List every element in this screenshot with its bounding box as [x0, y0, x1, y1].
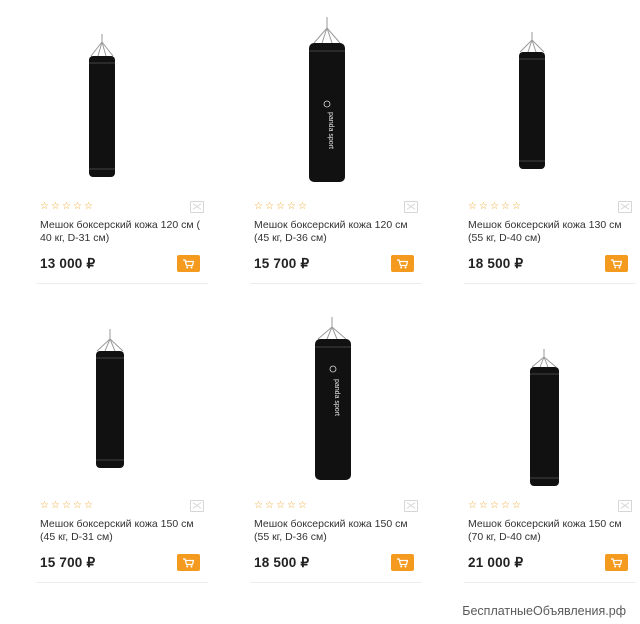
star-outline-icon: ☆ [40, 201, 49, 212]
cart-icon [611, 558, 622, 568]
product-title[interactable]: Мешок боксерский кожа 150 см (55 кг, D-3… [254, 518, 422, 544]
add-to-cart-button[interactable] [177, 554, 200, 571]
star-outline-icon: ☆ [287, 500, 296, 511]
add-to-cart-button[interactable] [177, 255, 200, 272]
cart-icon [611, 259, 622, 269]
star-outline-icon: ☆ [287, 201, 296, 212]
star-outline-icon: ☆ [62, 201, 71, 212]
product-title[interactable]: Мешок боксерский кожа 150 см (45 кг, D-3… [40, 518, 208, 544]
product-card[interactable]: ☆ ☆ ☆ ☆ ☆ Мешок боксерский кожа 130 см (… [464, 0, 640, 286]
star-outline-icon: ☆ [501, 500, 510, 511]
star-outline-icon: ☆ [298, 500, 307, 511]
brand-logo-text: panda sport [327, 112, 334, 149]
cart-icon [183, 259, 194, 269]
card-divider [250, 582, 422, 583]
product-image[interactable] [40, 0, 212, 190]
card-divider [464, 582, 636, 583]
add-to-cart-button[interactable] [391, 554, 414, 571]
cart-icon [397, 259, 408, 269]
brand-logo-text: panda sport [333, 379, 340, 416]
star-outline-icon: ☆ [468, 201, 477, 212]
product-price: 15 700 ₽ [40, 555, 96, 570]
product-image[interactable]: panda sport [254, 299, 426, 489]
punching-bag-image [96, 329, 124, 468]
star-rating: ☆ ☆ ☆ ☆ ☆ [468, 501, 522, 513]
star-outline-icon: ☆ [40, 500, 49, 511]
star-outline-icon: ☆ [254, 201, 263, 212]
product-price: 18 500 ₽ [254, 555, 310, 570]
star-outline-icon: ☆ [490, 500, 499, 511]
product-price: 21 000 ₽ [468, 555, 524, 570]
star-rating: ☆ ☆ ☆ ☆ ☆ [40, 202, 94, 214]
product-image[interactable] [40, 299, 212, 489]
punching-bag-image: panda sport [315, 317, 351, 480]
compare-icon[interactable] [404, 201, 418, 213]
star-outline-icon: ☆ [84, 201, 93, 212]
cart-icon [183, 558, 194, 568]
punching-bag-image [519, 32, 545, 169]
star-outline-icon: ☆ [512, 201, 521, 212]
product-title[interactable]: Мешок боксерский кожа 120 см (45 кг, D-3… [254, 219, 422, 245]
product-image[interactable] [468, 0, 640, 190]
star-outline-icon: ☆ [468, 500, 477, 511]
star-outline-icon: ☆ [265, 201, 274, 212]
punching-bag-image [89, 34, 115, 177]
product-price: 18 500 ₽ [468, 256, 524, 271]
card-divider [250, 283, 422, 284]
star-rating: ☆ ☆ ☆ ☆ ☆ [40, 501, 94, 513]
product-card[interactable]: panda sport ☆ ☆ ☆ ☆ ☆ Мешок боксерский к… [250, 299, 426, 585]
star-rating: ☆ ☆ ☆ ☆ ☆ [468, 202, 522, 214]
star-rating: ☆ ☆ ☆ ☆ ☆ [254, 501, 308, 513]
product-title[interactable]: Мешок боксерский кожа 130 см (55 кг, D-4… [468, 219, 636, 245]
add-to-cart-button[interactable] [605, 554, 628, 571]
product-card[interactable]: ☆ ☆ ☆ ☆ ☆ Мешок боксерский кожа 120 см (… [36, 0, 212, 286]
star-outline-icon: ☆ [298, 201, 307, 212]
card-divider [464, 283, 636, 284]
star-outline-icon: ☆ [479, 201, 488, 212]
compare-icon[interactable] [618, 201, 632, 213]
compare-icon[interactable] [404, 500, 418, 512]
add-to-cart-button[interactable] [605, 255, 628, 272]
product-price: 15 700 ₽ [254, 256, 310, 271]
star-outline-icon: ☆ [276, 500, 285, 511]
product-grid: ☆ ☆ ☆ ☆ ☆ Мешок боксерский кожа 120 см (… [0, 0, 640, 624]
star-outline-icon: ☆ [73, 500, 82, 511]
cart-icon [397, 558, 408, 568]
star-outline-icon: ☆ [73, 201, 82, 212]
product-image[interactable]: panda sport [254, 0, 426, 190]
add-to-cart-button[interactable] [391, 255, 414, 272]
compare-icon[interactable] [190, 500, 204, 512]
star-outline-icon: ☆ [490, 201, 499, 212]
site-watermark: БесплатныеОбъявления.рф [462, 604, 626, 618]
star-outline-icon: ☆ [51, 500, 60, 511]
star-rating: ☆ ☆ ☆ ☆ ☆ [254, 202, 308, 214]
punching-bag-image [530, 349, 559, 486]
punching-bag-image: panda sport [309, 17, 345, 182]
star-outline-icon: ☆ [265, 500, 274, 511]
card-divider [36, 582, 208, 583]
product-price: 13 000 ₽ [40, 256, 96, 271]
star-outline-icon: ☆ [501, 201, 510, 212]
star-outline-icon: ☆ [479, 500, 488, 511]
product-card[interactable]: panda sport ☆ ☆ ☆ ☆ ☆ Мешок боксерский к… [250, 0, 426, 286]
compare-icon[interactable] [618, 500, 632, 512]
star-outline-icon: ☆ [62, 500, 71, 511]
card-divider [36, 283, 208, 284]
star-outline-icon: ☆ [276, 201, 285, 212]
compare-icon[interactable] [190, 201, 204, 213]
product-card[interactable]: ☆ ☆ ☆ ☆ ☆ Мешок боксерский кожа 150 см (… [464, 299, 640, 585]
star-outline-icon: ☆ [51, 201, 60, 212]
star-outline-icon: ☆ [254, 500, 263, 511]
product-image[interactable] [468, 299, 640, 489]
star-outline-icon: ☆ [512, 500, 521, 511]
star-outline-icon: ☆ [84, 500, 93, 511]
product-title[interactable]: Мешок боксерский кожа 120 см ( 40 кг, D-… [40, 219, 208, 245]
product-title[interactable]: Мешок боксерский кожа 150 см (70 кг, D-4… [468, 518, 636, 544]
product-card[interactable]: ☆ ☆ ☆ ☆ ☆ Мешок боксерский кожа 150 см (… [36, 299, 212, 585]
